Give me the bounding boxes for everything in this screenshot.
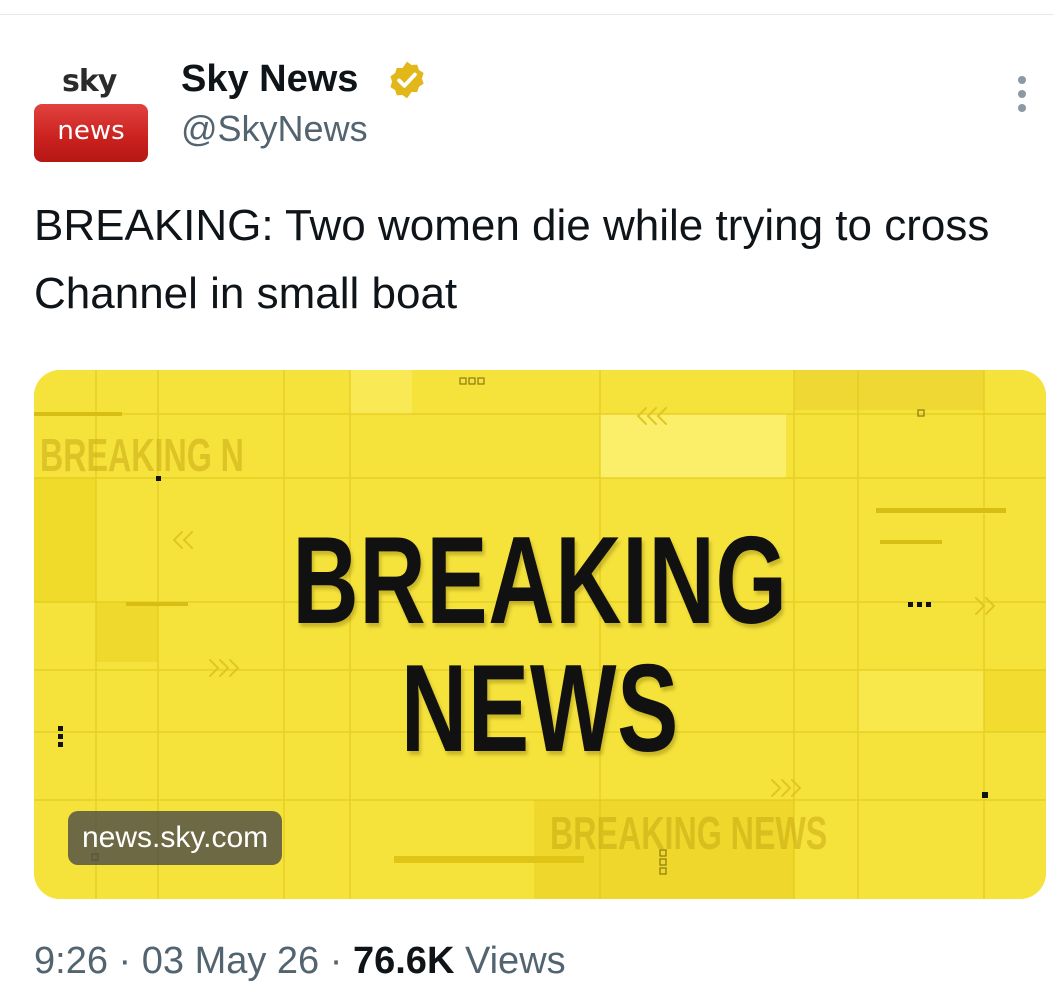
avatar-news-box: news	[34, 104, 148, 162]
avatar-news-text: news	[57, 116, 125, 146]
account-handle[interactable]: @SkyNews	[181, 108, 368, 150]
views-count: 76.6K	[352, 940, 455, 982]
tweet-meta: 9:26 · 03 May 26 · 76.6K Views	[34, 940, 566, 983]
card-headline-line2: NEWS	[400, 640, 680, 778]
tweet-date[interactable]: 03 May 26	[142, 940, 319, 982]
card-domain-label: news.sky.com	[68, 811, 283, 865]
tweet-text: BREAKING: Two women die while trying to …	[34, 201, 990, 318]
views-label: Views	[464, 940, 566, 982]
link-card[interactable]: BREAKING N BREAKING NEWS BREAKING NEWS n…	[34, 370, 1046, 899]
account-name[interactable]: Sky News	[181, 58, 358, 101]
avatar-sky-text: sky	[62, 64, 117, 99]
tweet-time[interactable]: 9:26	[34, 940, 108, 982]
ghost-breaking-text: BREAKING N	[40, 429, 244, 481]
avatar[interactable]: sky news	[34, 60, 148, 162]
verified-badge-icon	[390, 61, 424, 99]
card-headline-line1: BREAKING	[292, 512, 788, 650]
meta-separator: ·	[329, 940, 343, 982]
meta-separator: ·	[118, 940, 132, 982]
more-options-icon[interactable]	[1012, 76, 1032, 112]
top-divider	[0, 14, 1054, 15]
ghost-breaking-news-text: BREAKING NEWS	[550, 807, 828, 859]
